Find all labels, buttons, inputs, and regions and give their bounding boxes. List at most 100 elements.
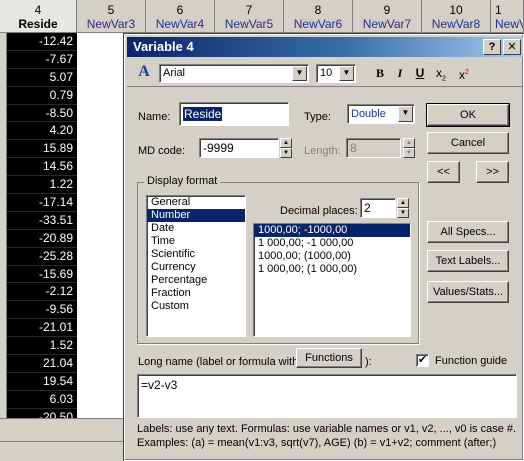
- md-code-spinner[interactable]: ▲ ▼: [280, 138, 292, 158]
- length-input[interactable]: 8: [346, 138, 401, 158]
- length-spinner[interactable]: ▲ ▼: [403, 138, 415, 158]
- column-number: 6: [176, 3, 184, 17]
- arrow-down-icon[interactable]: ▼: [403, 148, 415, 158]
- dialog-title: Variable 4: [133, 39, 194, 54]
- italic-button[interactable]: I: [391, 64, 409, 82]
- number-format-list[interactable]: 1000,00; -1000,00 1 000,00; -1 000,00 1000…: [253, 223, 411, 337]
- superscript-button[interactable]: x2: [455, 64, 473, 82]
- font-a-icon: A: [138, 63, 150, 80]
- column-header-7[interactable]: 7 NewVar5: [215, 0, 284, 33]
- functions-button[interactable]: Functions: [296, 348, 362, 368]
- decimal-places-spinner[interactable]: ▲ ▼: [397, 198, 409, 218]
- bold-button[interactable]: B: [371, 64, 389, 82]
- ok-button[interactable]: OK: [426, 103, 510, 127]
- font-size-value: 10: [320, 67, 333, 79]
- length-label: Length:: [304, 145, 341, 157]
- column-header-6[interactable]: 6 NewVar4: [146, 0, 215, 33]
- column-number: 7: [245, 3, 253, 17]
- column-header-5[interactable]: 5 NewVar3: [77, 0, 146, 33]
- column-header-4[interactable]: 4 Reside: [0, 0, 77, 33]
- previous-variable-button[interactable]: <<: [427, 161, 460, 183]
- decimal-places-input[interactable]: 2: [360, 198, 396, 218]
- hint-examples-text: Examples: (a) = mean(v1:v3, sqrt(v7), AG…: [137, 437, 497, 449]
- format-type-list[interactable]: General Number Date Time Scientific Currency P…: [146, 195, 246, 337]
- arrow-down-icon[interactable]: ▼: [280, 148, 292, 158]
- reside-cell[interactable]: -25.28: [7, 248, 77, 266]
- reside-cell[interactable]: 14.56: [7, 158, 77, 177]
- arrow-down-icon[interactable]: ▼: [397, 208, 409, 218]
- md-code-input[interactable]: -9999: [199, 138, 279, 158]
- text-labels-button[interactable]: Text Labels...: [427, 250, 509, 272]
- underline-button[interactable]: U: [411, 64, 429, 82]
- reside-cell[interactable]: 15.89: [7, 140, 77, 159]
- reside-cell[interactable]: -21.01: [7, 319, 77, 338]
- long-name-formula-input[interactable]: =v2-v3: [137, 374, 517, 418]
- column-number: 9: [383, 3, 391, 17]
- column-name: Reside: [18, 17, 58, 31]
- type-select[interactable]: Double ▼: [347, 104, 415, 124]
- arrow-up-icon[interactable]: ▲: [280, 138, 292, 148]
- chevron-down-icon[interactable]: ▼: [339, 66, 354, 81]
- format-type-item[interactable]: Currency: [147, 261, 245, 274]
- all-specs-button[interactable]: All Specs...: [427, 221, 509, 243]
- column-name: NewVar4: [155, 17, 205, 31]
- decimal-places-value: 2: [364, 201, 371, 215]
- next-variable-button[interactable]: >>: [476, 161, 509, 183]
- reside-cell[interactable]: 19.54: [7, 373, 77, 391]
- format-type-item[interactable]: Fraction: [147, 287, 245, 300]
- reside-cell[interactable]: -8.50: [7, 105, 77, 123]
- reside-cell[interactable]: 1.52: [7, 337, 77, 356]
- format-type-item[interactable]: Number: [147, 209, 245, 222]
- format-type-item[interactable]: Percentage: [147, 274, 245, 287]
- subscript-button[interactable]: x2: [432, 64, 450, 82]
- reside-cell[interactable]: -20.50: [7, 409, 77, 418]
- help-button[interactable]: ?: [483, 39, 501, 55]
- format-type-item[interactable]: General: [147, 196, 245, 209]
- reside-column-cells[interactable]: -12.42 -7.67 5.07 0.79 -8.50 4.20 15.89 14.56 1.…: [7, 33, 77, 418]
- function-guide-checkbox[interactable]: ✔: [416, 354, 429, 367]
- close-button[interactable]: ✕: [503, 39, 521, 55]
- format-type-item[interactable]: Scientific: [147, 248, 245, 261]
- number-format-item[interactable]: 1000,00; -1000,00: [254, 224, 410, 237]
- reside-cell[interactable]: 4.20: [7, 122, 77, 141]
- number-format-item[interactable]: 1 000,00; (1 000,00): [254, 263, 410, 276]
- arrow-up-icon[interactable]: ▲: [397, 198, 409, 208]
- dialog-titlebar[interactable]: Variable 4 ? ✕: [127, 37, 523, 57]
- cancel-button[interactable]: Cancel: [427, 132, 509, 154]
- reside-cell[interactable]: -9.56: [7, 301, 77, 320]
- reside-cell[interactable]: 21.04: [7, 355, 77, 373]
- chevron-down-icon[interactable]: ▼: [292, 66, 307, 81]
- number-format-item[interactable]: 1 000,00; -1 000,00: [254, 237, 410, 250]
- row-header-gutter[interactable]: [0, 33, 7, 418]
- format-toolbar: A Arial ▼ 10 ▼ B I U x2 x2: [127, 59, 523, 87]
- reside-cell[interactable]: -15.69: [7, 266, 77, 284]
- font-name-combo[interactable]: Arial ▼: [159, 64, 309, 83]
- column-header-8[interactable]: 8 NewVar6: [284, 0, 353, 33]
- reside-cell[interactable]: -2.12: [7, 283, 77, 302]
- reside-cell[interactable]: 0.79: [7, 87, 77, 105]
- reside-cell[interactable]: -20.89: [7, 230, 77, 248]
- number-format-item[interactable]: 1000,00; (1000,00): [254, 250, 410, 263]
- reside-cell[interactable]: 1.22: [7, 176, 77, 195]
- format-type-item[interactable]: Date: [147, 222, 245, 235]
- chevron-down-icon[interactable]: ▼: [398, 106, 413, 122]
- column-header-10[interactable]: 10 NewVar8: [422, 0, 491, 33]
- reside-cell[interactable]: -7.67: [7, 51, 77, 69]
- reside-cell[interactable]: -17.14: [7, 194, 77, 212]
- type-label: Type:: [304, 111, 331, 123]
- column-number: 10: [449, 3, 463, 17]
- format-type-item[interactable]: Custom: [147, 300, 245, 313]
- reside-cell[interactable]: 6.03: [7, 391, 77, 409]
- column-header-11[interactable]: 1 NewVa: [491, 0, 524, 33]
- reside-cell[interactable]: 5.07: [7, 69, 77, 87]
- name-input[interactable]: Reside: [179, 102, 289, 126]
- subscript-mark: 2: [442, 75, 446, 83]
- values-stats-button[interactable]: Values/Stats...: [427, 281, 509, 303]
- name-label: Name:: [138, 111, 171, 123]
- font-size-combo[interactable]: 10 ▼: [316, 64, 356, 83]
- column-header-9[interactable]: 9 NewVar7: [353, 0, 422, 33]
- format-type-item[interactable]: Time: [147, 235, 245, 248]
- reside-cell[interactable]: -12.42: [7, 33, 77, 51]
- arrow-up-icon[interactable]: ▲: [403, 138, 415, 148]
- reside-cell[interactable]: -33.51: [7, 212, 77, 230]
